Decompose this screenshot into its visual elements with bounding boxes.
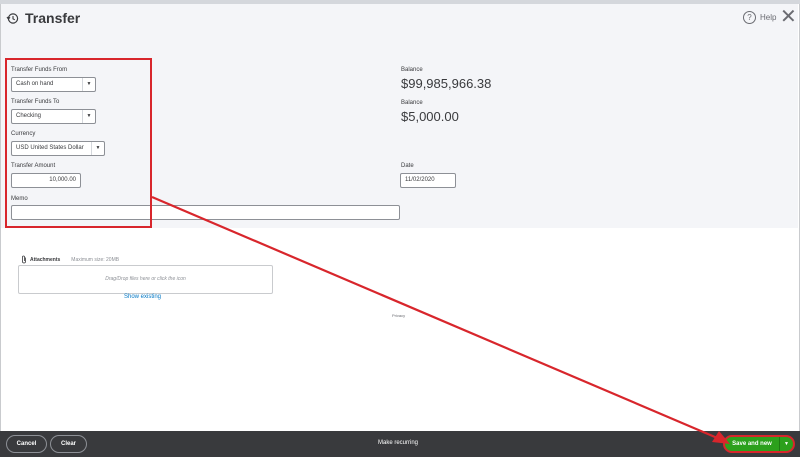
make-recurring-button[interactable]: Make recurring: [378, 440, 418, 446]
close-icon[interactable]: ✕: [780, 7, 797, 27]
from-balance-value: $99,985,966.38: [401, 76, 492, 91]
help-icon: ?: [743, 11, 756, 24]
to-balance-value: $5,000.00: [401, 109, 459, 124]
attachments-max-size: Maximum size: 20MB: [71, 257, 120, 263]
transfer-history-icon[interactable]: [6, 12, 19, 25]
show-existing-link[interactable]: Show existing: [124, 294, 161, 300]
to-balance-label: Balance: [401, 100, 423, 106]
clear-button[interactable]: Clear: [50, 435, 87, 453]
date-input[interactable]: 11/02/2020: [400, 173, 456, 188]
page-title: Transfer: [25, 10, 81, 26]
save-and-new-label: Save and new: [732, 441, 772, 447]
date-label: Date: [401, 163, 414, 169]
save-and-new-button[interactable]: Save and new ▼: [723, 435, 795, 453]
chevron-down-icon[interactable]: ▼: [779, 437, 793, 451]
help-button[interactable]: ? Help: [743, 11, 776, 24]
help-label: Help: [760, 13, 777, 22]
privacy-link[interactable]: Privacy: [392, 313, 405, 318]
annotation-highlight-box: [5, 58, 152, 228]
title-bar: Transfer: [6, 10, 80, 26]
attachments-title: Attachments: [30, 257, 61, 263]
cancel-button[interactable]: Cancel: [6, 435, 47, 453]
attachments-dropzone[interactable]: Drag/Drop files here or click the icon: [18, 265, 273, 294]
from-balance-label: Balance: [401, 67, 423, 73]
footer-bar: Cancel Clear Make recurring Save and new…: [0, 431, 800, 457]
